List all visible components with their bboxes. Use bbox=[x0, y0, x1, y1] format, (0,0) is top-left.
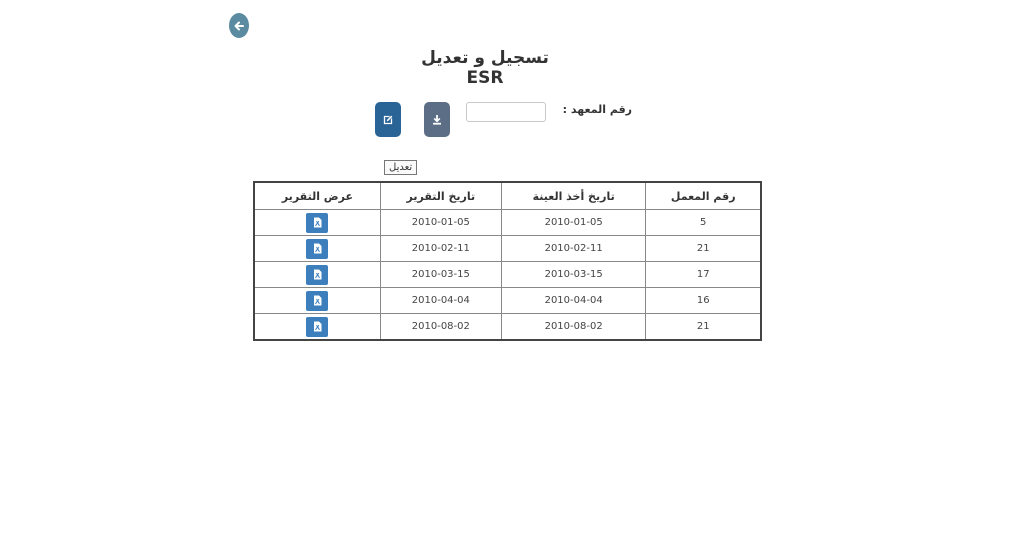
report-date-cell: 2010-01-05 bbox=[379, 209, 502, 236]
table-row: 21 2010-02-11 2010-02-11 bbox=[253, 235, 762, 262]
view-report-cell bbox=[253, 287, 381, 314]
institute-number-label: رقم المعهد : bbox=[562, 103, 632, 116]
lab-number-cell: 21 bbox=[645, 235, 762, 262]
pdf-file-icon bbox=[313, 269, 322, 280]
lab-number-cell: 21 bbox=[645, 313, 762, 341]
institute-number-input[interactable] bbox=[466, 102, 546, 122]
reports-table: رقم المعمل تاريخ أخذ العينة تاريخ التقري… bbox=[253, 181, 762, 341]
column-header-lab-number: رقم المعمل bbox=[645, 181, 762, 210]
page: تسجيل و تعديل ESR رقم المعهد : تعديل رقم… bbox=[0, 0, 1027, 545]
report-date-cell: 2010-04-04 bbox=[379, 287, 502, 314]
column-header-report-date: تاريخ التقرير bbox=[379, 181, 502, 210]
sample-date-cell: 2010-08-02 bbox=[500, 313, 647, 341]
report-date-cell: 2010-08-02 bbox=[379, 313, 502, 341]
download-icon bbox=[433, 115, 441, 125]
table-header-row: رقم المعمل تاريخ أخذ العينة تاريخ التقري… bbox=[253, 181, 762, 210]
table-row: 21 2010-08-02 2010-08-02 bbox=[253, 313, 762, 341]
sample-date-cell: 2010-04-04 bbox=[500, 287, 647, 314]
pdf-file-icon bbox=[313, 243, 322, 254]
view-report-button[interactable] bbox=[306, 212, 329, 233]
page-title: تسجيل و تعديل ESR bbox=[421, 48, 549, 88]
pdf-file-icon bbox=[313, 295, 322, 306]
view-report-button[interactable] bbox=[306, 238, 329, 259]
view-report-button[interactable] bbox=[306, 290, 329, 311]
table-row: 5 2010-01-05 2010-01-05 bbox=[253, 209, 762, 236]
arrow-left-icon bbox=[234, 21, 244, 30]
edit-icon bbox=[383, 115, 393, 124]
sample-date-cell: 2010-02-11 bbox=[500, 235, 647, 262]
lab-number-cell: 16 bbox=[645, 287, 762, 314]
view-report-button[interactable] bbox=[306, 264, 329, 285]
pdf-file-icon bbox=[313, 217, 322, 228]
view-report-cell bbox=[253, 209, 381, 236]
report-date-cell: 2010-02-11 bbox=[379, 235, 502, 262]
report-date-cell: 2010-03-15 bbox=[379, 261, 502, 288]
table-row: 17 2010-03-15 2010-03-15 bbox=[253, 261, 762, 288]
column-header-sample-date: تاريخ أخذ العينة bbox=[500, 181, 647, 210]
pdf-file-icon bbox=[313, 321, 322, 332]
view-report-cell bbox=[253, 313, 381, 341]
table-row: 16 2010-04-04 2010-04-04 bbox=[253, 287, 762, 314]
lab-number-cell: 17 bbox=[645, 261, 762, 288]
edit-tooltip: تعديل bbox=[384, 160, 418, 175]
edit-button[interactable] bbox=[375, 102, 401, 137]
view-report-button[interactable] bbox=[306, 316, 329, 337]
sample-date-cell: 2010-03-15 bbox=[500, 261, 647, 288]
sample-date-cell: 2010-01-05 bbox=[500, 209, 647, 236]
lab-number-cell: 5 bbox=[645, 209, 762, 236]
back-button[interactable] bbox=[229, 13, 249, 38]
download-button[interactable] bbox=[424, 102, 450, 137]
column-header-view-report: عرض التقرير bbox=[253, 181, 381, 210]
view-report-cell bbox=[253, 261, 381, 288]
view-report-cell bbox=[253, 235, 381, 262]
